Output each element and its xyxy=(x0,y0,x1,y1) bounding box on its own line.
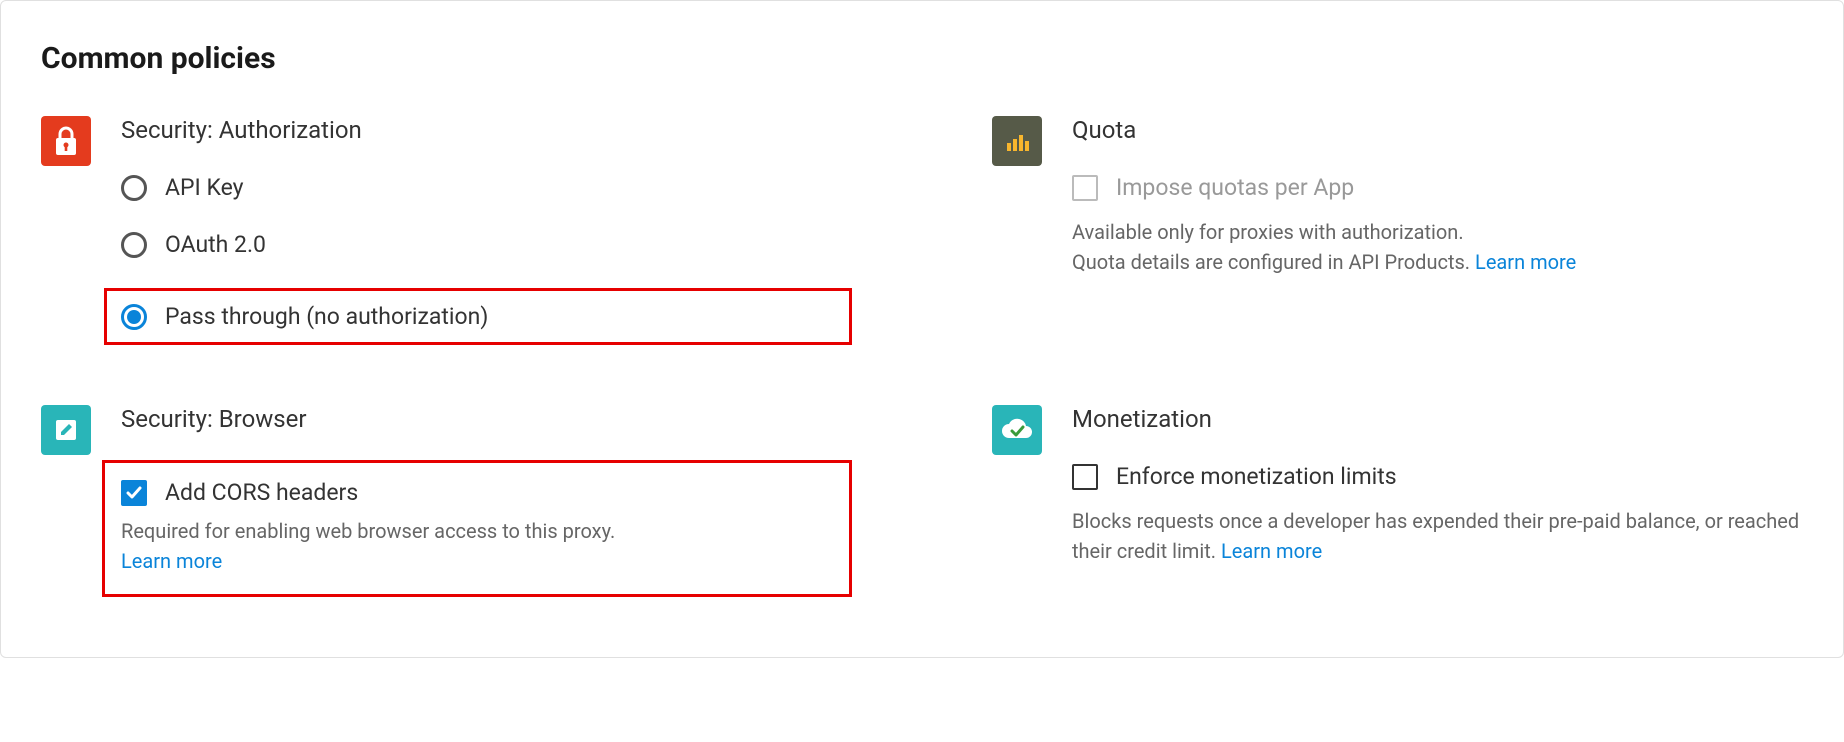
quota-checkbox-row: Impose quotas per App xyxy=(1072,174,1803,201)
section-title: Common policies xyxy=(41,41,1803,76)
policy-grid: Security: Authorization API Key OAuth 2.… xyxy=(41,116,1803,597)
cors-checkbox-label: Add CORS headers xyxy=(165,479,358,506)
radio-passthrough-row[interactable]: Pass through (no authorization) xyxy=(104,288,852,345)
pencil-icon xyxy=(41,405,91,455)
cors-learn-more-link[interactable]: Learn more xyxy=(121,549,222,573)
quota-learn-more-link[interactable]: Learn more xyxy=(1475,250,1576,274)
security-authorization-block: Security: Authorization API Key OAuth 2.… xyxy=(41,116,852,345)
radio-oauth-label: OAuth 2.0 xyxy=(165,231,266,258)
radio-api-key[interactable] xyxy=(121,175,147,201)
cors-desc-text: Required for enabling web browser access… xyxy=(121,519,615,543)
quota-description: Available only for proxies with authoriz… xyxy=(1072,217,1803,277)
security-browser-block: Security: Browser Add CORS headers Requi… xyxy=(41,405,852,597)
monetization-block: Monetization Enforce monetization limits… xyxy=(992,405,1803,597)
common-policies-panel: Common policies Security: Authorization … xyxy=(0,0,1844,658)
monetization-checkbox[interactable] xyxy=(1072,464,1098,490)
radio-oauth-row[interactable]: OAuth 2.0 xyxy=(121,231,852,258)
monetization-desc-text: Blocks requests once a developer has exp… xyxy=(1072,509,1799,563)
quota-checkbox-label: Impose quotas per App xyxy=(1116,174,1354,201)
quota-block: Quota Impose quotas per App Available on… xyxy=(992,116,1803,345)
monetization-learn-more-link[interactable]: Learn more xyxy=(1221,539,1322,563)
quota-desc-line1: Available only for proxies with authoriz… xyxy=(1072,220,1464,244)
radio-api-key-row[interactable]: API Key xyxy=(121,174,852,201)
cors-highlight-box: Add CORS headers Required for enabling w… xyxy=(102,460,852,597)
monetization-label: Monetization xyxy=(1072,405,1803,433)
quota-desc-line2: Quota details are configured in API Prod… xyxy=(1072,250,1470,274)
radio-oauth[interactable] xyxy=(121,232,147,258)
quota-checkbox xyxy=(1072,175,1098,201)
lock-icon xyxy=(41,116,91,166)
security-browser-label: Security: Browser xyxy=(121,405,852,433)
monetization-checkbox-row[interactable]: Enforce monetization limits xyxy=(1072,463,1803,490)
radio-api-key-label: API Key xyxy=(165,174,244,201)
monetization-description: Blocks requests once a developer has exp… xyxy=(1072,506,1803,566)
cors-description: Required for enabling web browser access… xyxy=(121,516,831,576)
cors-checkbox[interactable] xyxy=(121,480,147,506)
quota-label: Quota xyxy=(1072,116,1803,144)
radio-passthrough[interactable] xyxy=(121,304,147,330)
cors-checkbox-row[interactable]: Add CORS headers xyxy=(121,479,831,506)
radio-passthrough-label: Pass through (no authorization) xyxy=(165,303,488,330)
cloud-check-icon xyxy=(992,405,1042,455)
bar-chart-icon xyxy=(992,116,1042,166)
security-auth-label: Security: Authorization xyxy=(121,116,852,144)
monetization-checkbox-label: Enforce monetization limits xyxy=(1116,463,1397,490)
